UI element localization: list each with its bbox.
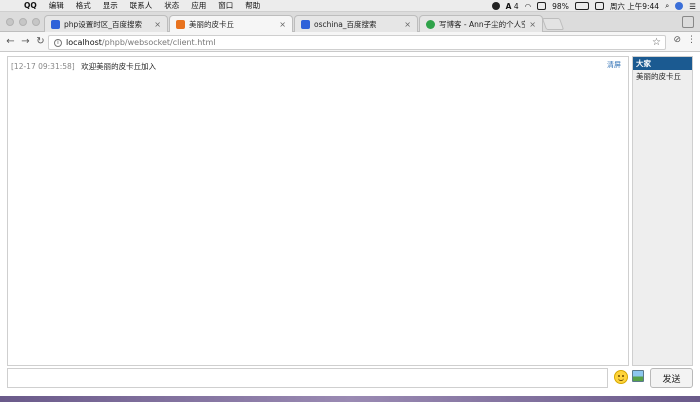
close-tab-icon[interactable]: × bbox=[279, 20, 286, 29]
emoji-icon[interactable] bbox=[614, 370, 628, 384]
clear-screen-link[interactable]: 清屏 bbox=[607, 60, 621, 70]
user-item-everyone[interactable]: 大家 bbox=[633, 57, 692, 70]
close-tab-icon[interactable]: × bbox=[404, 20, 411, 29]
image-upload-icon[interactable] bbox=[632, 370, 644, 382]
desktop-background bbox=[0, 396, 700, 402]
menu-view[interactable]: 显示 bbox=[97, 0, 124, 11]
minimize-window-button[interactable] bbox=[19, 18, 27, 26]
menu-window[interactable]: 窗口 bbox=[212, 0, 239, 11]
page-favicon-icon bbox=[176, 20, 185, 29]
menu-format[interactable]: 格式 bbox=[70, 0, 97, 11]
ime-indicator[interactable]: A 4 bbox=[506, 2, 519, 11]
menu-icon[interactable]: ⋮ bbox=[687, 35, 696, 45]
message-time: [12-17 09:31:58] bbox=[11, 62, 75, 71]
wifi-icon[interactable]: ◠ bbox=[525, 2, 532, 11]
oschina-favicon-icon bbox=[426, 19, 435, 29]
tab-title: 美丽的皮卡丘 bbox=[189, 20, 234, 29]
zoom-window-button[interactable] bbox=[32, 18, 40, 26]
menu-contacts[interactable]: 联系人 bbox=[124, 0, 159, 11]
browser-toolbar: ← → ↻ i localhost/phpb/websocket/client.… bbox=[0, 32, 700, 52]
toolbar-extensions: ⊘ ⋮ bbox=[673, 35, 696, 45]
bookmark-star-icon[interactable]: ☆ bbox=[652, 37, 661, 48]
tab-strip: php设置时区_百度搜索 × 美丽的皮卡丘 × oschina_百度搜索 × 写… bbox=[0, 12, 700, 33]
menu-status[interactable]: 状态 bbox=[158, 0, 185, 11]
user-list: 大家 美丽的皮卡丘 bbox=[632, 56, 693, 366]
menu-apps[interactable]: 应用 bbox=[185, 0, 212, 11]
tab-title: oschina_百度搜索 bbox=[314, 19, 377, 29]
address-bar[interactable]: i localhost/phpb/websocket/client.html ☆ bbox=[48, 35, 666, 50]
chat-message: [12-17 09:31:58] 欢迎美丽的皮卡丘加入 bbox=[11, 61, 156, 72]
reload-icon[interactable]: ↻ bbox=[33, 36, 48, 47]
back-arrow-icon[interactable]: ← bbox=[3, 36, 18, 47]
tab-pikachu[interactable]: 美丽的皮卡丘 × bbox=[169, 15, 293, 33]
tab-oschina[interactable]: oschina_百度搜索 × bbox=[294, 15, 418, 32]
siri-icon[interactable] bbox=[675, 2, 684, 10]
window-controls bbox=[6, 18, 40, 26]
battery-percent: 98% bbox=[552, 1, 569, 11]
info-icon[interactable]: i bbox=[54, 38, 62, 47]
menu-help[interactable]: 帮助 bbox=[239, 0, 266, 11]
menu-bar: QQ 编辑 格式 显示 联系人 状态 应用 窗口 帮助 A 4 ◠ 98% 周六… bbox=[0, 0, 700, 12]
baidu-favicon-icon bbox=[51, 19, 60, 29]
url-path: /phpb/websocket/client.html bbox=[101, 38, 216, 47]
menu-edit[interactable]: 编辑 bbox=[43, 0, 70, 11]
tab-title: php设置时区_百度搜索 bbox=[64, 19, 143, 29]
notification-center-icon[interactable]: ☰ bbox=[689, 2, 696, 11]
close-tab-icon[interactable]: × bbox=[154, 20, 161, 29]
tab-title: 写博客 - Ann子尘的个人空间 - bbox=[439, 19, 526, 29]
menu-bar-status: A 4 ◠ 98% 周六 上午9:44 ⌕ ☰ bbox=[491, 0, 696, 12]
url-host: localhost bbox=[66, 38, 102, 47]
battery-icon[interactable] bbox=[574, 2, 589, 10]
chat-message-area: [12-17 09:31:58] 欢迎美丽的皮卡丘加入 清屏 bbox=[7, 56, 629, 366]
message-input[interactable] bbox=[7, 368, 608, 388]
extension-icon[interactable]: ⊘ bbox=[673, 35, 681, 45]
message-text: 欢迎美丽的皮卡丘加入 bbox=[81, 62, 157, 71]
baidu-favicon-icon bbox=[301, 19, 310, 29]
close-tab-icon[interactable]: × bbox=[529, 20, 536, 29]
airplay-icon[interactable] bbox=[537, 2, 547, 10]
forward-arrow-icon[interactable]: → bbox=[18, 36, 33, 47]
user-item-pikachu[interactable]: 美丽的皮卡丘 bbox=[633, 70, 692, 83]
clock[interactable]: 周六 上午9:44 bbox=[610, 1, 659, 12]
new-tab-button[interactable] bbox=[541, 18, 565, 30]
search-icon[interactable]: ⌕ bbox=[665, 1, 669, 11]
menu-qq[interactable]: QQ bbox=[18, 1, 43, 10]
input-source-icon[interactable] bbox=[594, 2, 604, 10]
send-button[interactable]: 发送 bbox=[650, 368, 693, 388]
profile-icon[interactable] bbox=[682, 16, 694, 28]
tab-blog[interactable]: 写博客 - Ann子尘的个人空间 - × bbox=[419, 15, 543, 32]
close-window-button[interactable] bbox=[6, 18, 14, 26]
qq-tray-icon[interactable] bbox=[491, 2, 500, 10]
tab-php-timezone[interactable]: php设置时区_百度搜索 × bbox=[44, 15, 168, 32]
